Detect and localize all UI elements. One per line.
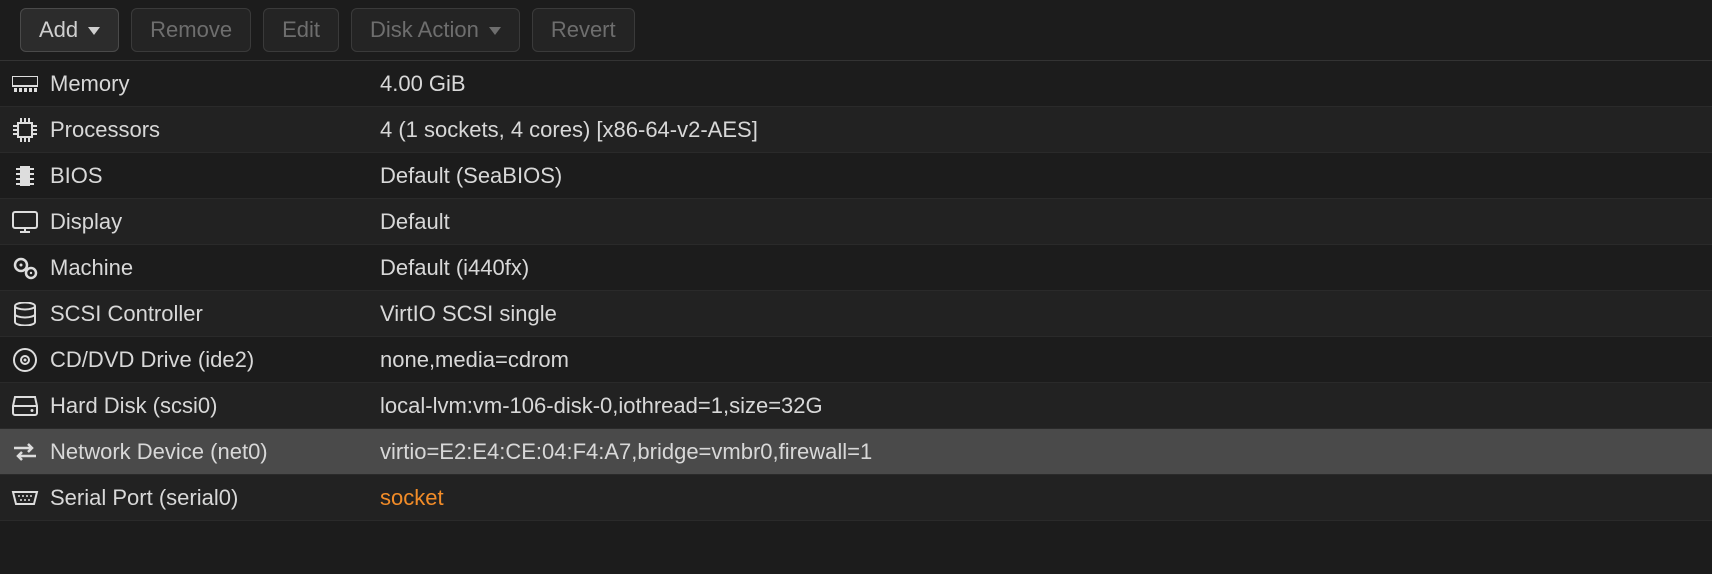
serial-port-icon xyxy=(0,491,50,505)
remove-button[interactable]: Remove xyxy=(131,8,251,52)
row-value: Default (i440fx) xyxy=(380,255,1712,281)
chevron-down-icon xyxy=(489,27,501,35)
add-button[interactable]: Add xyxy=(20,8,119,52)
row-cdrom[interactable]: CD/DVD Drive (ide2) none,media=cdrom xyxy=(0,337,1712,383)
row-value: local-lvm:vm-106-disk-0,iothread=1,size=… xyxy=(380,393,1712,419)
add-label: Add xyxy=(39,17,78,43)
row-machine[interactable]: Machine Default (i440fx) xyxy=(0,245,1712,291)
row-network-device[interactable]: Network Device (net0) virtio=E2:E4:CE:04… xyxy=(0,429,1712,475)
memory-icon xyxy=(0,76,50,92)
row-label: Memory xyxy=(50,71,380,97)
row-label: CD/DVD Drive (ide2) xyxy=(50,347,380,373)
cpu-icon xyxy=(0,118,50,142)
row-label: Machine xyxy=(50,255,380,281)
row-label: Hard Disk (scsi0) xyxy=(50,393,380,419)
chip-icon xyxy=(0,164,50,188)
row-label: Display xyxy=(50,209,380,235)
display-icon xyxy=(0,211,50,233)
disc-icon xyxy=(0,348,50,372)
row-value: socket xyxy=(380,485,1712,511)
row-bios[interactable]: BIOS Default (SeaBIOS) xyxy=(0,153,1712,199)
row-value: VirtIO SCSI single xyxy=(380,301,1712,327)
chevron-down-icon xyxy=(88,27,100,35)
row-processors[interactable]: Processors 4 (1 sockets, 4 cores) [x86-6… xyxy=(0,107,1712,153)
row-label: Processors xyxy=(50,117,380,143)
row-label: SCSI Controller xyxy=(50,301,380,327)
row-value: virtio=E2:E4:CE:04:F4:A7,bridge=vmbr0,fi… xyxy=(380,439,1712,465)
revert-label: Revert xyxy=(551,17,616,43)
row-display[interactable]: Display Default xyxy=(0,199,1712,245)
edit-button[interactable]: Edit xyxy=(263,8,339,52)
row-value: Default (SeaBIOS) xyxy=(380,163,1712,189)
row-value: none,media=cdrom xyxy=(380,347,1712,373)
database-icon xyxy=(0,302,50,326)
network-icon xyxy=(0,443,50,461)
row-hard-disk[interactable]: Hard Disk (scsi0) local-lvm:vm-106-disk-… xyxy=(0,383,1712,429)
edit-label: Edit xyxy=(282,17,320,43)
row-scsi-controller[interactable]: SCSI Controller VirtIO SCSI single xyxy=(0,291,1712,337)
revert-button[interactable]: Revert xyxy=(532,8,635,52)
disk-action-label: Disk Action xyxy=(370,17,479,43)
row-value: Default xyxy=(380,209,1712,235)
remove-label: Remove xyxy=(150,17,232,43)
row-label: Network Device (net0) xyxy=(50,439,380,465)
row-label: BIOS xyxy=(50,163,380,189)
row-memory[interactable]: Memory 4.00 GiB xyxy=(0,61,1712,107)
row-value: 4.00 GiB xyxy=(380,71,1712,97)
toolbar: Add Remove Edit Disk Action Revert xyxy=(0,0,1712,61)
disk-action-button[interactable]: Disk Action xyxy=(351,8,520,52)
gears-icon xyxy=(0,256,50,280)
hardware-grid: Memory 4.00 GiB Processors 4 (1 sockets,… xyxy=(0,61,1712,521)
row-label: Serial Port (serial0) xyxy=(50,485,380,511)
row-value: 4 (1 sockets, 4 cores) [x86-64-v2-AES] xyxy=(380,117,1712,143)
hdd-icon xyxy=(0,396,50,416)
row-serial-port[interactable]: Serial Port (serial0) socket xyxy=(0,475,1712,521)
